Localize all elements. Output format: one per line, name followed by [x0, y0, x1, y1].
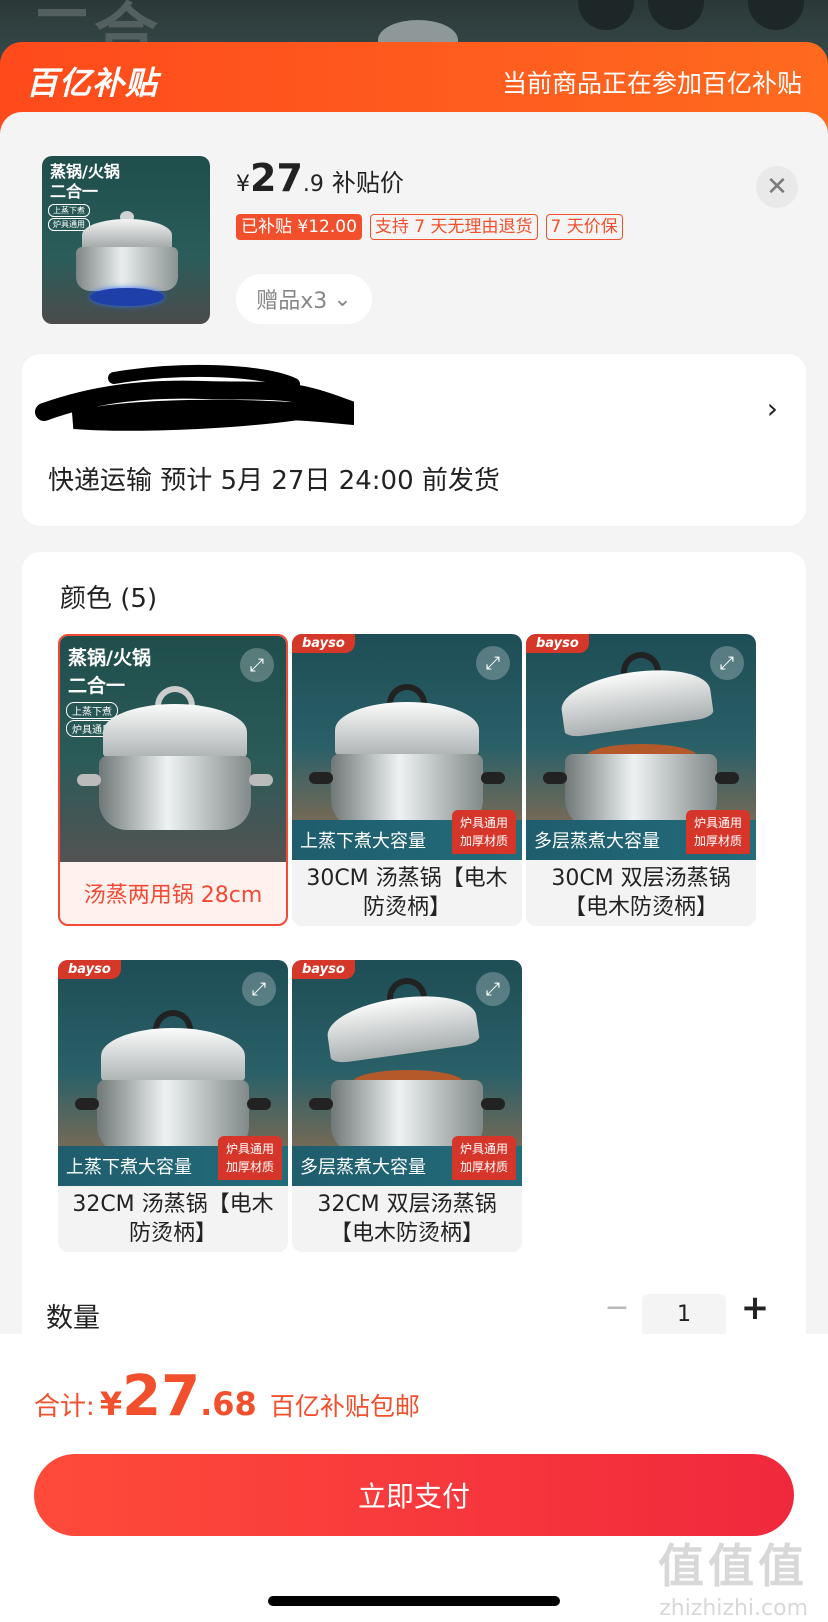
- quantity-input[interactable]: 1: [642, 1294, 726, 1336]
- pot-image: [77, 686, 273, 836]
- variant-banner: 上蒸下煮大容量 炉具通用 加厚材质: [292, 810, 522, 860]
- total-price: 合计: ¥27.68 百亿补贴包邮: [34, 1364, 420, 1429]
- pay-now-button[interactable]: 立即支付: [34, 1454, 794, 1536]
- chevron-down-icon: ⌄: [333, 286, 352, 312]
- product-thumbnail: 蒸锅/火锅 二合一 上蒸下煮 炉具通用: [42, 156, 210, 324]
- variant-banner-box: 炉具通用 加厚材质: [686, 810, 750, 854]
- total-label: 合计:: [34, 1392, 95, 1422]
- variant-banner-box: 炉具通用 加厚材质: [452, 810, 516, 854]
- brand-logo: bayso: [292, 960, 355, 979]
- variant-option[interactable]: bayso 上蒸下煮大容量 炉具通用 加厚材质 ⤢ 32CM 汤蒸锅【电木防烫柄…: [58, 960, 288, 1252]
- free-shipping-note: 百亿补贴包邮: [269, 1392, 420, 1421]
- subsidy-amount-badge: 已补贴 ¥12.00: [236, 214, 362, 240]
- expand-icon[interactable]: ⤢: [242, 972, 276, 1006]
- variant-label: 30CM 汤蒸锅【电木防烫柄】: [306, 866, 508, 920]
- variant-label: 32CM 双层汤蒸锅【电木防烫柄】: [317, 1192, 497, 1246]
- expand-icon[interactable]: ⤢: [710, 646, 744, 680]
- variant-image: bayso 多层蒸煮大容量 炉具通用 加厚材质 ⤢: [526, 634, 756, 860]
- shipping-estimate: 快递运输 预计 5月 27日 24:00 前发货: [48, 466, 500, 496]
- variant-image: bayso 上蒸下煮大容量 炉具通用 加厚材质 ⤢: [58, 960, 288, 1186]
- variant-label: 32CM 汤蒸锅【电木防烫柄】: [72, 1192, 274, 1246]
- brand-logo: bayso: [292, 634, 355, 653]
- variant-label: 30CM 双层汤蒸锅【电木防烫柄】: [551, 866, 731, 920]
- address-card[interactable]: › 快递运输 预计 5月 27日 24:00 前发货: [22, 354, 806, 526]
- brand-logo: bayso: [526, 634, 589, 653]
- subsidy-price: ¥27.9 补贴价: [236, 156, 404, 200]
- brand-logo: 百亿补贴: [26, 64, 159, 102]
- expand-icon[interactable]: ⤢: [476, 972, 510, 1006]
- variant-option[interactable]: 蒸锅/火锅 二合一 上蒸下煮 炉具通用 ⤢ 汤蒸两用锅 28cm: [58, 634, 288, 926]
- subsidy-note: 当前商品正在参加百亿补贴: [501, 69, 802, 98]
- home-indicator[interactable]: [268, 1596, 560, 1606]
- stove-flame-image: [90, 288, 164, 306]
- pot-image: [72, 211, 182, 291]
- variant-banner: 上蒸下煮大容量 炉具通用 加厚材质: [58, 1136, 288, 1186]
- chevron-right-icon[interactable]: ›: [767, 392, 778, 425]
- color-section-title: 颜色 (5): [60, 584, 158, 614]
- expand-icon[interactable]: ⤢: [240, 648, 274, 682]
- variant-option[interactable]: bayso 多层蒸煮大容量 炉具通用 加厚材质 ⤢ 30CM 双层汤蒸锅【电木防…: [526, 634, 756, 926]
- variant-option[interactable]: bayso 上蒸下煮大容量 炉具通用 加厚材质 ⤢ 30CM 汤蒸锅【电木防烫柄…: [292, 634, 522, 926]
- variant-banner: 多层蒸煮大容量 炉具通用 加厚材质: [526, 810, 756, 860]
- gift-button[interactable]: 赠品x3 ⌄: [236, 274, 372, 324]
- variant-banner: 多层蒸煮大容量 炉具通用 加厚材质: [292, 1136, 522, 1186]
- variant-image: bayso 上蒸下煮大容量 炉具通用 加厚材质 ⤢: [292, 634, 522, 860]
- return-policy-badge: 支持 7 天无理由退货: [369, 214, 538, 240]
- variant-banner-box: 炉具通用 加厚材质: [452, 1136, 516, 1180]
- thumbnail-title: 蒸锅/火锅 二合一: [50, 162, 120, 201]
- price-label: 补贴价: [331, 169, 404, 197]
- variant-image: 蒸锅/火锅 二合一 上蒸下煮 炉具通用 ⤢: [60, 636, 286, 862]
- quantity-decrease-button[interactable]: −: [600, 1290, 634, 1326]
- variant-image: bayso 多层蒸煮大容量 炉具通用 加厚材质 ⤢: [292, 960, 522, 1186]
- background-cart-icon: [648, 0, 704, 30]
- variant-label: 汤蒸两用锅 28cm: [83, 882, 263, 908]
- service-badges: 已补贴 ¥12.00 支持 7 天无理由退货 7 天价保: [236, 214, 623, 240]
- quantity-increase-button[interactable]: +: [738, 1288, 772, 1328]
- brand-logo: bayso: [58, 960, 121, 979]
- watermark: 值值值 zhizhizhi.com: [658, 1539, 808, 1621]
- expand-icon[interactable]: ⤢: [476, 646, 510, 680]
- variant-option[interactable]: bayso 多层蒸煮大容量 炉具通用 加厚材质 ⤢ 32CM 双层汤蒸锅【电木防…: [292, 960, 522, 1252]
- close-icon[interactable]: ✕: [756, 166, 798, 208]
- price-protect-badge: 7 天价保: [545, 214, 623, 240]
- redacted-address-scribble: [35, 364, 354, 431]
- variant-banner-box: 炉具通用 加厚材质: [218, 1136, 282, 1180]
- background-more-icon: [748, 0, 804, 30]
- quantity-label: 数量: [46, 1303, 100, 1334]
- gift-label: 赠品x3: [256, 289, 328, 314]
- checkout-footer: 合计: ¥27.68 百亿补贴包邮 立即支付 值值值 zhizhizhi.com: [0, 1334, 828, 1622]
- background-share-icon: [578, 0, 634, 30]
